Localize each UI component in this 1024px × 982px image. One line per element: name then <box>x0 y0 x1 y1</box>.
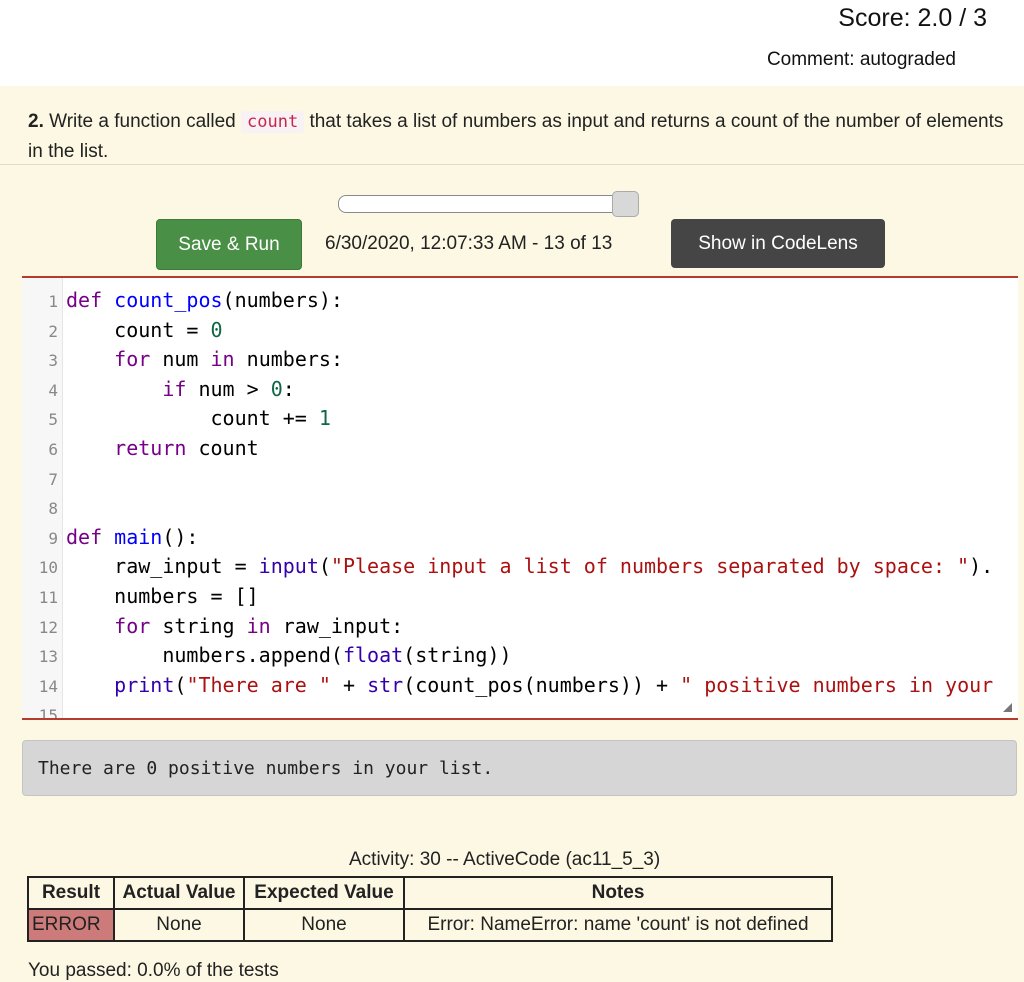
code-line-14[interactable]: 14 print("There are " + str(count_pos(nu… <box>22 671 1018 701</box>
score-area: Score: 2.0 / 3 Comment: autograded <box>0 0 1024 86</box>
line-number: 4 <box>48 380 58 400</box>
line-number: 15 <box>38 706 58 720</box>
line-number: 11 <box>38 588 58 607</box>
line-number: 2 <box>48 321 58 341</box>
code-line-4[interactable]: 4 if num > 0: <box>22 375 1018 405</box>
code-line-3[interactable]: 3 for num in numbers: <box>22 345 1018 375</box>
code-line-11[interactable]: 11 numbers = [] <box>22 582 1018 612</box>
history-slider[interactable] <box>338 191 640 217</box>
passed-summary: You passed: 0.0% of the tests <box>28 960 279 981</box>
save-run-button[interactable]: Save & Run <box>156 219 302 270</box>
code-line-1[interactable]: 1 def count_pos(numbers): <box>22 286 1018 316</box>
question-code-name: count <box>241 111 305 133</box>
run-timestamp: 6/30/2020, 12:07:33 AM - 13 of 13 <box>325 233 613 254</box>
line-number: 3 <box>48 351 58 371</box>
history-slider-thumb[interactable] <box>612 191 639 217</box>
line-number: 12 <box>38 617 58 637</box>
header-actual-value: Actual Value <box>113 876 245 910</box>
code-line-6[interactable]: 6 return count <box>22 434 1018 464</box>
test-results-table: Result Actual Value Expected Value Notes… <box>27 876 833 942</box>
score-label: Score: 2.0 / 3 <box>838 4 987 32</box>
history-slider-track[interactable] <box>338 195 636 213</box>
line-number: 5 <box>48 410 58 430</box>
line-number: 13 <box>38 647 58 667</box>
actual-value-cell: None <box>113 908 245 942</box>
header-expected-value: Expected Value <box>243 876 405 910</box>
code-line-10[interactable]: 10 raw_input = input("Please input a lis… <box>22 552 1018 582</box>
code-line-9[interactable]: 9 def main(): <box>22 523 1018 553</box>
show-codelens-button[interactable]: Show in CodeLens <box>671 219 885 268</box>
table-header-row: Result Actual Value Expected Value Notes <box>27 876 833 910</box>
line-number: 1 <box>48 292 58 311</box>
activity-label: Activity: 30 -- ActiveCode (ac11_5_3) <box>349 849 661 870</box>
resize-grip-icon[interactable] <box>1003 703 1012 712</box>
code-line-7[interactable]: 7 <box>22 464 1018 494</box>
code-editor[interactable]: 1 def count_pos(numbers): 2 count = 0 3 f… <box>22 276 1018 720</box>
question-text-before: Write a function called <box>43 111 241 132</box>
program-output: There are 0 positive numbers in your lis… <box>22 740 1017 796</box>
line-number: 7 <box>48 469 58 489</box>
line-number: 14 <box>38 676 58 696</box>
question-divider <box>0 164 1024 165</box>
line-number: 6 <box>48 440 58 459</box>
line-number: 8 <box>48 499 58 519</box>
notes-cell: Error: NameError: name 'count' is not de… <box>403 908 833 942</box>
code-line-2[interactable]: 2 count = 0 <box>22 316 1018 346</box>
header-result: Result <box>27 876 115 910</box>
line-number: 9 <box>48 528 58 548</box>
code-line-5[interactable]: 5 count += 1 <box>22 404 1018 434</box>
table-row: ERROR None None Error: NameError: name '… <box>27 908 833 942</box>
comment-label: Comment: autograded <box>766 49 956 70</box>
question-prompt: 2. Write a function called count that ta… <box>28 107 1008 167</box>
line-number: 10 <box>38 558 58 578</box>
code-line-13[interactable]: 13 numbers.append(float(string)) <box>22 641 1018 671</box>
result-status-badge: ERROR <box>27 908 115 942</box>
code-line-12[interactable]: 12 for string in raw_input: <box>22 612 1018 642</box>
question-number: 2. <box>28 111 44 132</box>
code-line-8[interactable]: 8 <box>22 493 1018 523</box>
header-notes: Notes <box>403 876 833 910</box>
expected-value-cell: None <box>243 908 405 942</box>
code-line-15[interactable]: 15 <box>22 700 1018 720</box>
